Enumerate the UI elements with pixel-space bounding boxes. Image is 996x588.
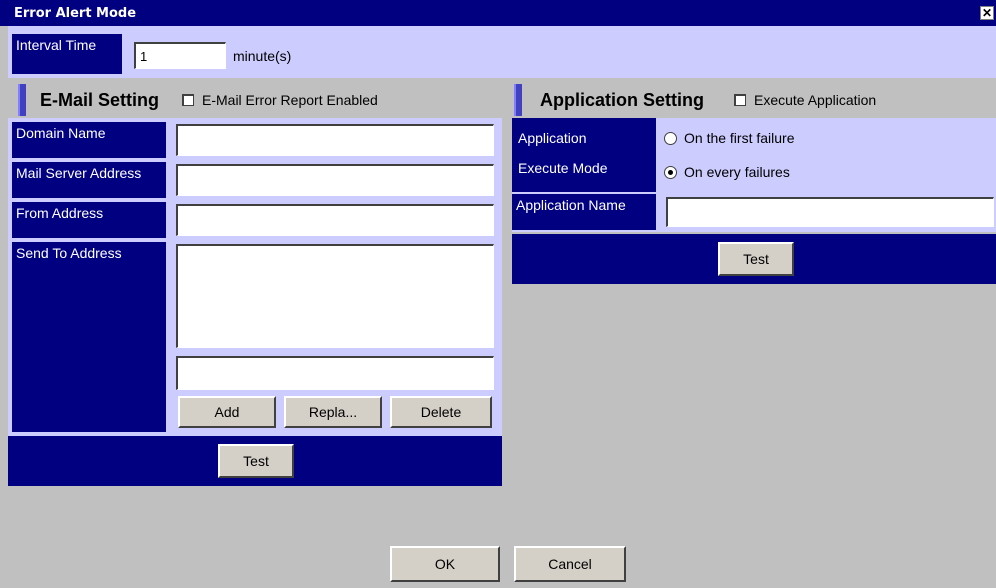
cancel-button[interactable]: Cancel [514, 546, 626, 582]
title-bar: Error Alert Mode ✕ [0, 0, 996, 26]
mail-server-input[interactable] [176, 164, 494, 196]
from-address-input[interactable] [176, 204, 494, 236]
execute-app-label: Execute Application [754, 92, 877, 108]
interval-unit: minute(s) [233, 48, 292, 64]
email-enabled-label: E-Mail Error Report Enabled [202, 92, 378, 108]
email-setting-heading: E-Mail Setting [40, 90, 160, 110]
domain-name-input[interactable] [176, 124, 494, 156]
app-heading-accent [514, 84, 522, 116]
domain-name-label: Domain Name [12, 122, 166, 158]
window-title: Error Alert Mode [14, 6, 137, 21]
send-to-entry-input[interactable] [176, 356, 494, 390]
send-to-list[interactable] [176, 244, 494, 348]
from-address-label: From Address [12, 202, 166, 238]
interval-time-label: Interval Time [12, 34, 122, 74]
app-mode-label-line1: Application [518, 130, 587, 146]
email-enabled-checkbox[interactable] [182, 94, 194, 106]
mail-server-label: Mail Server Address [12, 162, 166, 198]
application-setting-heading: Application Setting [540, 90, 704, 110]
radio-first-failure[interactable] [664, 132, 677, 145]
interval-time-input[interactable] [134, 42, 226, 69]
add-button[interactable]: Add [178, 396, 276, 428]
delete-button[interactable]: Delete [390, 396, 492, 428]
app-name-input[interactable] [666, 197, 994, 227]
execute-app-checkbox[interactable] [734, 94, 746, 106]
option-first-failure-label: On the first failure [684, 130, 795, 146]
email-heading-accent [18, 84, 26, 116]
ok-button[interactable]: OK [390, 546, 500, 582]
send-to-label: Send To Address [12, 242, 166, 432]
radio-every-failure[interactable] [664, 166, 677, 179]
email-test-button[interactable]: Test [218, 444, 294, 478]
app-mode-label-line2: Execute Mode [518, 160, 608, 176]
app-name-label: Application Name [512, 194, 656, 230]
replace-button[interactable]: Repla... [284, 396, 382, 428]
app-test-button[interactable]: Test [718, 242, 794, 276]
option-every-failure-label: On every failures [684, 164, 790, 180]
close-icon[interactable]: ✕ [980, 6, 994, 20]
